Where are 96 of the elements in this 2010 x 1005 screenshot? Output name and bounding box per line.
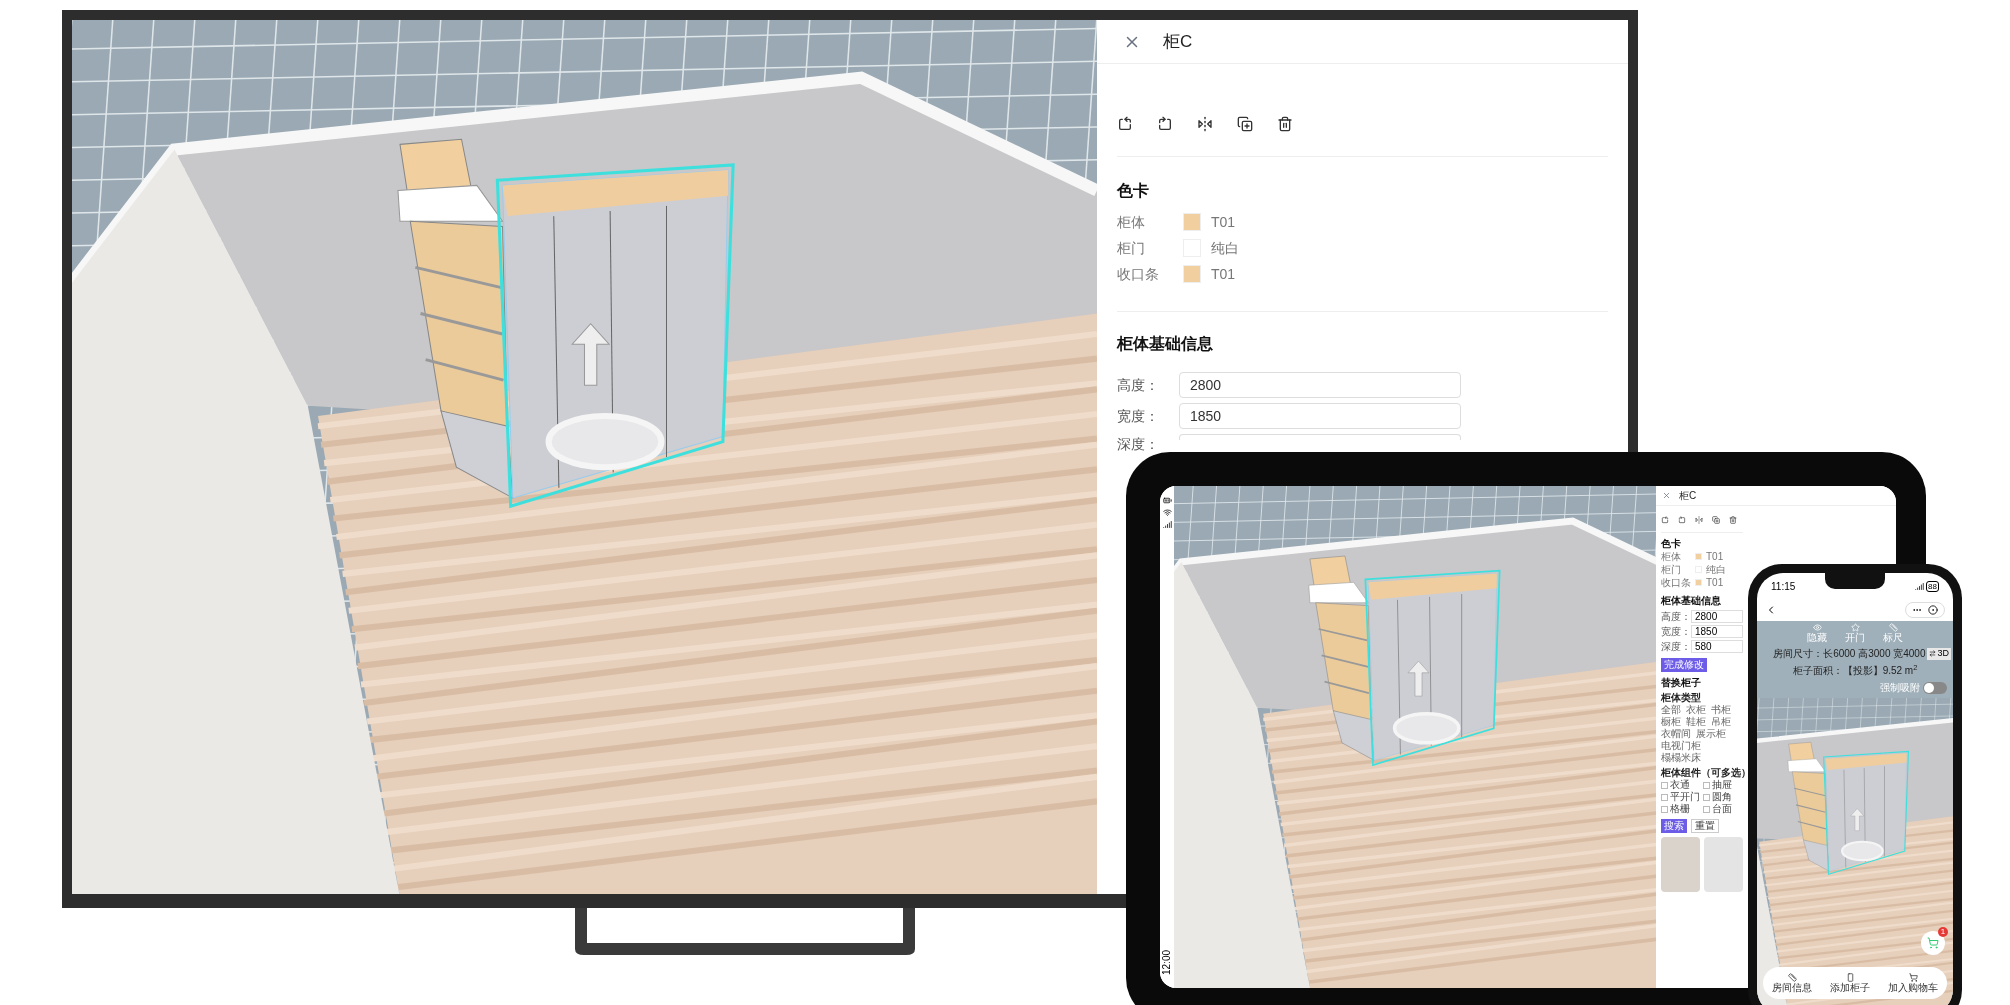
filter-label: 柜体类型 <box>1661 692 1702 704</box>
type-tag[interactable]: 橱柜 <box>1661 716 1681 728</box>
snap-label: 强制吸附 <box>1880 681 1920 695</box>
swatch-value: 纯白 <box>1706 563 1726 576</box>
ruler-icon <box>1888 623 1898 632</box>
eye-icon <box>1812 623 1822 632</box>
checkbox[interactable] <box>1661 793 1668 801</box>
type-tag[interactable]: 鞋柜 <box>1686 716 1706 728</box>
nav-button[interactable]: 加入购物车 <box>1888 973 1938 993</box>
color-swatch[interactable] <box>1695 579 1702 586</box>
swatch-label: 柜门 <box>1661 563 1682 576</box>
checkbox-label: 平开门 <box>1670 791 1700 803</box>
field-label: 宽度： <box>1661 625 1691 638</box>
room-size-text: 房间尺寸：长6000 高3000 宽4000 <box>1773 647 1926 661</box>
field-label: 深度： <box>1661 640 1691 653</box>
cart-icon <box>1927 937 1939 949</box>
swatch-value: T01 <box>1706 550 1724 563</box>
input-field[interactable]: 1850 <box>1179 403 1461 429</box>
search-button[interactable]: 搜索 <box>1661 819 1687 833</box>
type-tag[interactable]: 电视门柜 <box>1661 740 1701 752</box>
color-swatch[interactable] <box>1183 265 1201 283</box>
color-swatch[interactable] <box>1695 553 1702 560</box>
battery-icon <box>1162 496 1172 505</box>
type-tag[interactable]: 书柜 <box>1711 704 1731 716</box>
swap-icon <box>1929 650 1937 657</box>
close-icon[interactable] <box>1662 491 1671 500</box>
done-button[interactable]: 完成修改 <box>1661 658 1707 672</box>
notch <box>1825 573 1885 589</box>
color-swatch[interactable] <box>1183 213 1201 231</box>
swatch-value: T01 <box>1706 576 1724 589</box>
type-tag[interactable]: 衣柜 <box>1686 704 1706 716</box>
swatch-value: T01 <box>1211 264 1236 284</box>
status-time: 11:15 <box>1771 579 1796 594</box>
cart-badge: 1 <box>1938 927 1948 937</box>
type-tag[interactable]: 衣帽间 <box>1661 728 1691 740</box>
section-heading: 替换柜子 <box>1661 677 1702 689</box>
checkbox[interactable] <box>1703 805 1710 813</box>
ruler-icon <box>1787 973 1797 982</box>
input-field[interactable] <box>1179 434 1461 440</box>
swatch-label: 柜体 <box>1117 212 1146 232</box>
signal-icon <box>1915 581 1925 591</box>
type-tag[interactable]: 榻榻米床 <box>1661 752 1701 764</box>
status-time: 12:00 <box>1160 950 1174 975</box>
field-label: 高度： <box>1661 610 1691 623</box>
rotate-right-icon[interactable] <box>1157 116 1173 132</box>
snap-toggle[interactable] <box>1923 681 1947 694</box>
wifi-icon <box>1162 508 1172 517</box>
swatch-label: 柜体 <box>1661 550 1682 563</box>
delete-icon[interactable] <box>1277 116 1293 132</box>
type-tag[interactable]: 全部 <box>1661 704 1681 716</box>
checkbox-label: 抽屉 <box>1712 779 1732 791</box>
swatch-value: T01 <box>1211 212 1236 232</box>
swatch-value: 纯白 <box>1211 238 1239 258</box>
checkbox[interactable] <box>1703 781 1710 789</box>
input-field[interactable]: 2800 <box>1691 610 1743 623</box>
section-heading: 色卡 <box>1661 538 1682 550</box>
type-tag[interactable]: 展示柜 <box>1696 728 1726 740</box>
swatch-label: 收口条 <box>1661 576 1692 589</box>
panel-title: 柜C <box>1163 30 1193 53</box>
battery-level: 88 <box>1926 580 1939 592</box>
close-mini-icon[interactable] <box>1928 605 1938 615</box>
reset-button[interactable]: 重置 <box>1691 819 1719 833</box>
section-heading: 柜体基础信息 <box>1661 595 1722 607</box>
checkbox[interactable] <box>1661 805 1668 813</box>
checkbox-label: 圆角 <box>1712 791 1732 803</box>
checkbox[interactable] <box>1661 781 1668 789</box>
rotate-left-icon[interactable] <box>1117 116 1133 132</box>
product-photo-placeholder <box>1704 837 1743 892</box>
duplicate-icon[interactable] <box>1237 116 1253 132</box>
panel-title: 柜C <box>1679 489 1697 502</box>
nav-button[interactable]: 添加柜子 <box>1830 973 1870 993</box>
star-icon <box>1850 623 1860 632</box>
checkbox-label: 台面 <box>1712 803 1732 815</box>
nav-button[interactable]: 房间信息 <box>1772 973 1812 993</box>
checkbox-label: 格栅 <box>1670 803 1690 815</box>
field-label: 深度： <box>1117 435 1160 454</box>
field-label: 高度： <box>1117 375 1160 395</box>
section-heading: 色卡 <box>1117 181 1150 201</box>
cabinet-icon <box>1845 973 1855 982</box>
area-text: 柜子面积：【投影】9.52 m$^{2}$ <box>1792 663 1918 678</box>
cart-icon <box>1908 973 1918 982</box>
signal-icon <box>1162 520 1172 529</box>
input-field[interactable]: 580 <box>1691 640 1743 653</box>
checkbox-label: 衣通 <box>1670 779 1690 791</box>
type-tag[interactable]: 吊柜 <box>1711 716 1731 728</box>
view-toggle-button[interactable]: 3D <box>1927 647 1951 660</box>
product-photo-placeholder <box>1661 837 1700 892</box>
field-label: 宽度： <box>1117 406 1160 426</box>
section-heading: 柜体基础信息 <box>1117 334 1214 354</box>
swatch-label: 柜门 <box>1117 238 1146 258</box>
swatch-label: 收口条 <box>1117 264 1160 284</box>
mirror-icon[interactable] <box>1197 116 1213 132</box>
checkbox[interactable] <box>1703 793 1710 801</box>
input-field[interactable]: 1850 <box>1691 625 1743 638</box>
input-field[interactable]: 2800 <box>1179 372 1461 398</box>
filter-label: 柜体组件（可多选） <box>1661 767 1743 779</box>
